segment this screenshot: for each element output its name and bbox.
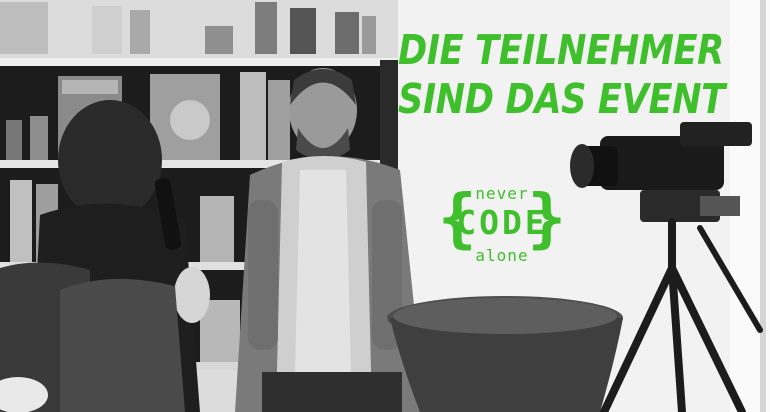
headline: DIE TEILNEHMER SIND DAS EVENT bbox=[398, 26, 725, 124]
headline-line-1: DIE TEILNEHMER bbox=[398, 26, 724, 74]
logo-bottom-word: alone bbox=[475, 246, 529, 265]
never-code-alone-logo: { } never CODE alone bbox=[438, 180, 566, 270]
armchair bbox=[0, 262, 185, 412]
headline-line-2: SIND DAS EVENT bbox=[398, 75, 725, 123]
logo-top-word: never bbox=[475, 184, 529, 203]
logo-center-word: CODE bbox=[456, 203, 548, 242]
cocktail-table bbox=[387, 296, 623, 412]
promo-banner: DIE TEILNEHMER SIND DAS EVENT { } never … bbox=[0, 0, 770, 412]
